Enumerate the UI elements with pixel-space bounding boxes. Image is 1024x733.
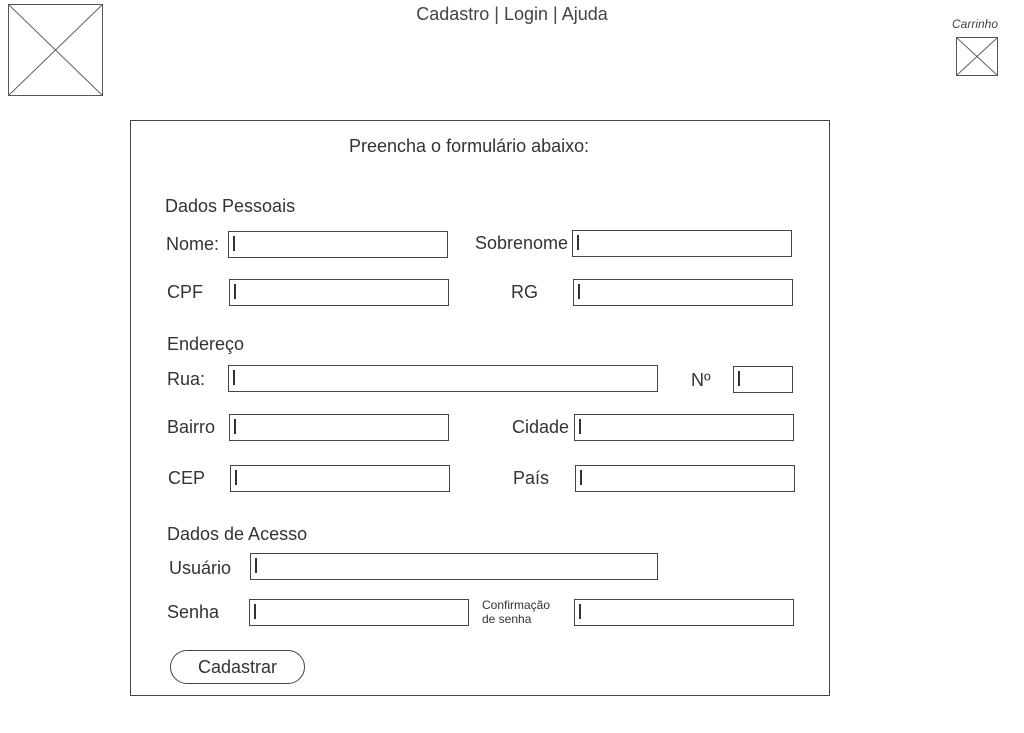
text-cursor: [233, 236, 235, 251]
nav-separator: |: [494, 4, 499, 24]
form-title: Preencha o formulário abaixo:: [349, 136, 590, 156]
text-cursor: [579, 419, 581, 434]
nav-link-login[interactable]: Login: [504, 4, 548, 24]
text-cursor: [234, 419, 236, 434]
section-personal-data: Dados Pessoais: [165, 196, 296, 216]
text-cursor: [579, 604, 581, 619]
section-address: Endereço: [167, 334, 245, 354]
confirmacao-senha-input[interactable]: [574, 599, 794, 626]
rg-input[interactable]: [573, 279, 793, 306]
rua-input[interactable]: [228, 365, 658, 392]
text-cursor: [738, 371, 740, 386]
text-cursor: [233, 370, 235, 385]
rua-label: Rua:: [167, 369, 206, 389]
usuario-input[interactable]: [250, 553, 658, 580]
text-cursor: [234, 284, 236, 299]
nome-input[interactable]: [228, 231, 448, 258]
cep-input[interactable]: [230, 465, 450, 492]
text-cursor: [578, 284, 580, 299]
nav-link-ajuda[interactable]: Ajuda: [562, 4, 608, 24]
bairro-input[interactable]: [229, 414, 449, 441]
text-cursor: [254, 604, 256, 619]
nome-label: Nome:: [166, 234, 220, 254]
usuario-label: Usuário: [169, 558, 232, 578]
cart-label: Carrinho: [951, 17, 999, 31]
text-cursor: [235, 470, 237, 485]
bairro-label: Bairro: [167, 417, 216, 437]
senha-label: Senha: [167, 602, 220, 622]
cadastrar-button[interactable]: Cadastrar: [170, 650, 305, 684]
pais-input[interactable]: [575, 465, 795, 492]
confirmacao-senha-label: Confirmação de senha: [482, 598, 551, 626]
numero-label: Nº: [691, 370, 711, 390]
pais-label: País: [513, 468, 550, 488]
cpf-input[interactable]: [229, 279, 449, 306]
section-access-data: Dados de Acesso: [167, 524, 308, 544]
cidade-input[interactable]: [574, 414, 794, 441]
text-cursor: [580, 470, 582, 485]
nav-link-cadastro[interactable]: Cadastro: [416, 4, 489, 24]
rg-label: RG: [511, 282, 538, 302]
cart-icon[interactable]: [956, 37, 998, 76]
senha-input[interactable]: [249, 599, 469, 626]
cep-label: CEP: [168, 468, 206, 488]
sobrenome-label: Sobrenome: [475, 233, 569, 253]
sobrenome-input[interactable]: [572, 230, 792, 257]
top-navigation: Cadastro | Login | Ajuda: [0, 4, 1024, 25]
cpf-label: CPF: [167, 282, 203, 302]
text-cursor: [577, 235, 579, 250]
cidade-label: Cidade: [512, 417, 570, 437]
numero-input[interactable]: [733, 366, 793, 393]
text-cursor: [255, 558, 257, 573]
nav-separator: |: [553, 4, 558, 24]
